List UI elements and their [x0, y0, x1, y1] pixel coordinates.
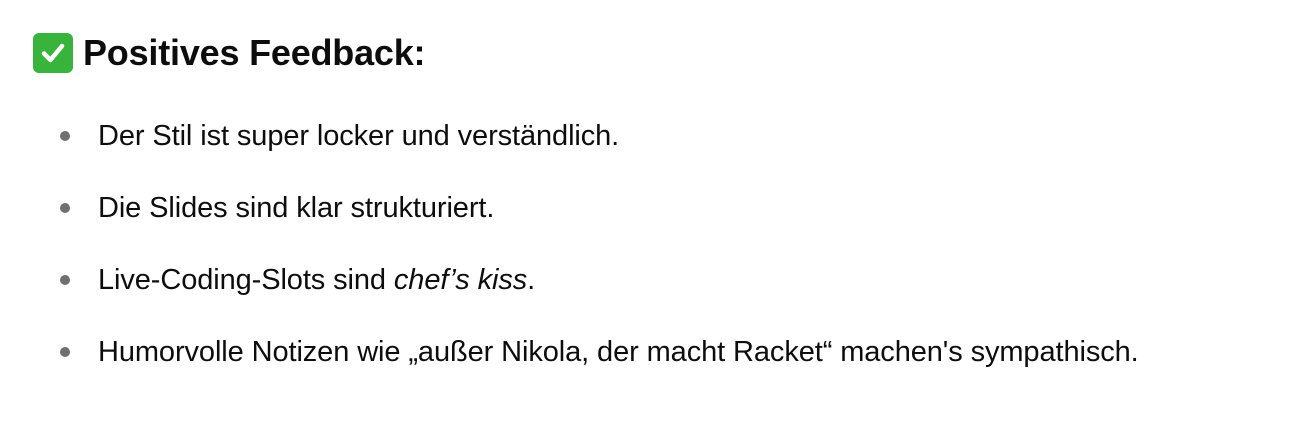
- list-item: Der Stil ist super locker und verständli…: [0, 100, 1312, 172]
- list-item: Die Slides sind klar strukturiert.: [0, 172, 1312, 244]
- bullet-icon: [60, 131, 70, 141]
- list-item-text: Die Slides sind klar strukturiert.: [98, 192, 495, 224]
- bullet-icon: [60, 347, 70, 357]
- bullet-icon: [60, 203, 70, 213]
- check-mark-button-icon: [33, 33, 73, 73]
- section-title: Positives Feedback:: [83, 32, 426, 73]
- list-item-text-end: .: [527, 264, 536, 296]
- emphasis-text: chef’s kiss: [393, 264, 528, 296]
- feedback-list: Der Stil ist super locker und verständli…: [0, 100, 1312, 388]
- list-item: Live-Coding-Slots sind chef’s kiss.: [0, 244, 1312, 316]
- section-heading: Positives Feedback:: [33, 28, 426, 78]
- list-item: Humorvolle Notizen wie „außer Nikola, de…: [0, 316, 1312, 388]
- list-item-text: Der Stil ist super locker und verständli…: [98, 120, 620, 152]
- list-item-text: Humorvolle Notizen wie „außer Nikola, de…: [98, 336, 1139, 368]
- list-item-text: Live-Coding-Slots sind chef’s kiss.: [98, 260, 535, 300]
- list-item-text-start: Live-Coding-Slots sind: [98, 264, 394, 296]
- bullet-icon: [60, 275, 70, 285]
